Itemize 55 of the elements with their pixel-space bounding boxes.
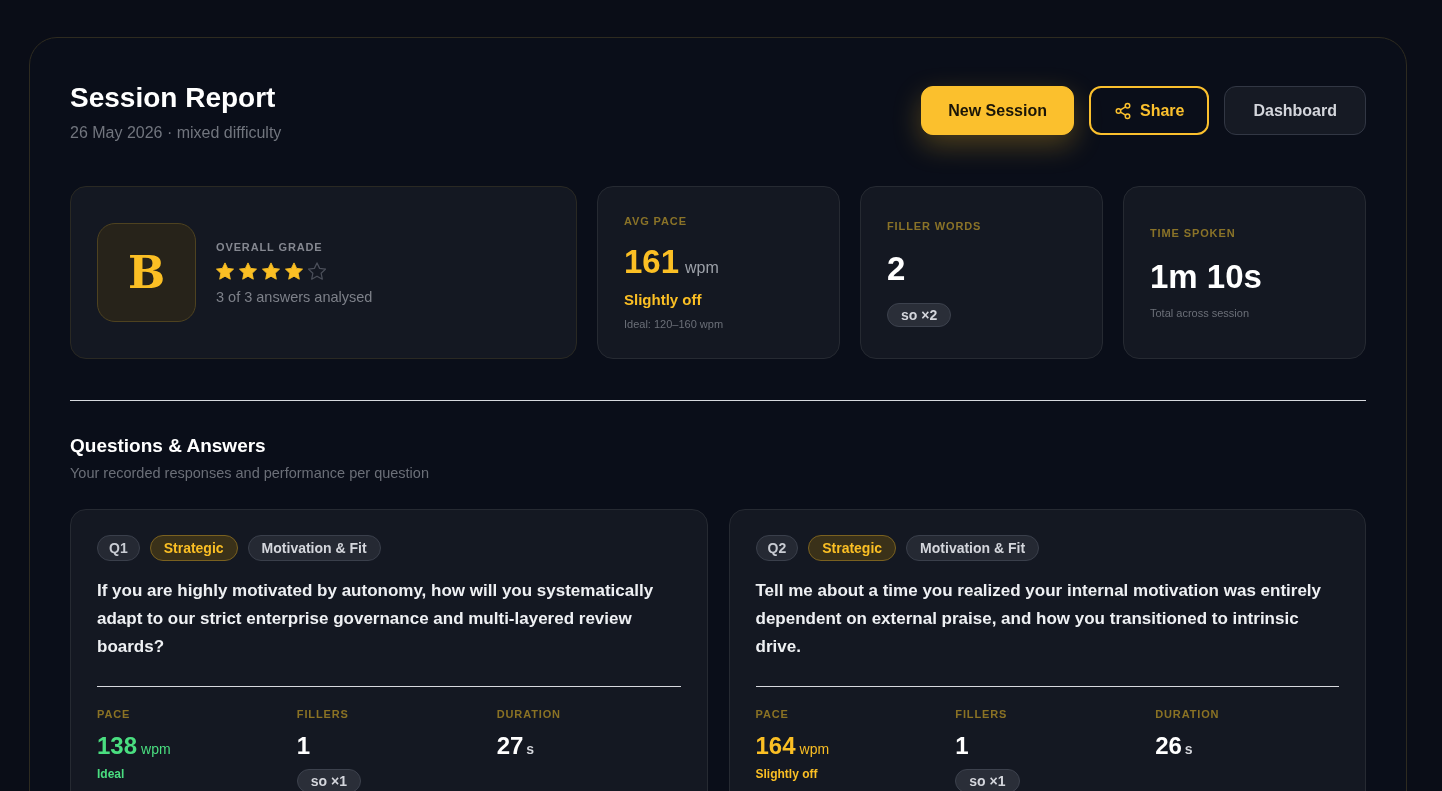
new-session-button[interactable]: New Session [921, 86, 1074, 135]
metric-unit: s [1184, 740, 1193, 759]
star-icon [308, 261, 326, 280]
stat-label: TIME SPOKEN [1150, 225, 1236, 241]
category-tag: Motivation & Fit [906, 535, 1040, 561]
star-icon [239, 261, 257, 280]
star-icon [285, 261, 303, 280]
metric-label: FILLERS [296, 707, 349, 722]
pace-status: Slightly off [755, 766, 818, 782]
metric-label: DURATION [496, 707, 561, 722]
filler-word-tag: so ×1 [955, 769, 1020, 791]
filler-word-tag: so ×1 [296, 769, 362, 791]
metric-value: 1 [296, 731, 311, 761]
stat-unit: wpm [685, 258, 719, 278]
stat-note: Ideal: 120–160 wpm [624, 317, 724, 332]
pace-status: Slightly off [624, 290, 702, 310]
page-subtitle: 26 May 2026 · mixed difficulty [70, 123, 282, 143]
difficulty-tag: Strategic [808, 535, 897, 561]
category-tag: Motivation & Fit [247, 535, 381, 561]
question-text: If you are highly motivated by autonomy, how will you systematically adapt to our strict enterprise governance and multi-layered review boards? [97, 580, 655, 658]
metric-value: 26 [1155, 731, 1182, 761]
share-button[interactable]: Share [1088, 86, 1210, 135]
difficulty-tag: Strategic [149, 535, 238, 561]
metric-unit: wpm [141, 740, 171, 759]
metric-unit: s [526, 740, 535, 759]
metric-unit: wpm [799, 740, 830, 759]
stat-value: 161 [624, 242, 680, 282]
stat-note: Total across session [1150, 305, 1250, 321]
metric-label: PACE [97, 707, 131, 722]
stat-value: 2 [887, 249, 906, 289]
question-number-tag: Q1 [97, 535, 140, 561]
grade-caption: 3 of 3 answers analysed [216, 287, 373, 307]
question-text: Tell me about a time you realized your internal motivation was entirely dependent on external praise, and how you transitioned to intrinsic drive. [755, 580, 1323, 658]
star-icon [216, 261, 234, 280]
metric-label: DURATION [1155, 707, 1220, 722]
dashboard-button[interactable]: Dashboard [1224, 86, 1366, 135]
grade-label: OVERALL GRADE [216, 239, 323, 255]
star-icon [262, 261, 280, 280]
pace-status: Ideal [97, 766, 125, 782]
stat-value: 1m 10s [1150, 256, 1262, 297]
grade-letter: B [97, 223, 196, 322]
metric-value: 1 [955, 731, 969, 761]
section-title: Questions & Answers [70, 434, 267, 458]
metric-label: PACE [755, 707, 789, 722]
section-subtitle: Your recorded responses and performance per question [70, 464, 430, 483]
metric-value: 27 [496, 731, 524, 761]
page-title: Session Report [70, 81, 277, 115]
metric-value: 164 [755, 731, 796, 761]
filler-word-tag: so ×2 [887, 303, 952, 327]
metric-value: 138 [97, 731, 138, 761]
metric-label: FILLERS [955, 707, 1008, 722]
share-icon [1113, 101, 1132, 120]
question-number-tag: Q2 [755, 535, 799, 561]
stat-label: FILLER WORDS [887, 219, 982, 234]
stat-label: AVG PACE [624, 214, 687, 229]
